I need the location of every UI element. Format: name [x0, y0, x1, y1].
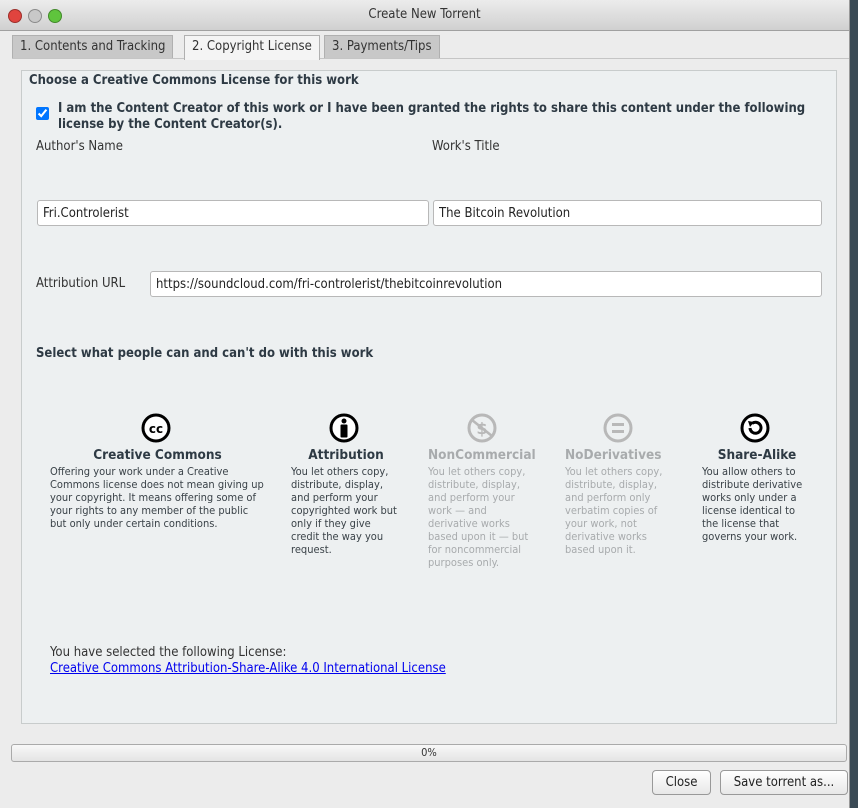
- attribution-url-input[interactable]: [150, 271, 822, 297]
- title-label: Work's Title: [432, 139, 500, 154]
- close-window-icon[interactable]: [8, 9, 22, 23]
- option-attribution[interactable]: Attribution You let others copy, distrib…: [291, 413, 401, 556]
- option-creative-commons[interactable]: cc Creative Commons Offering your work u…: [50, 413, 265, 530]
- author-label: Author's Name: [36, 139, 123, 154]
- option-share-alike[interactable]: Share-Alike You allow others to distribu…: [702, 413, 812, 543]
- share-alike-icon: [702, 413, 812, 445]
- noncommercial-icon: $: [428, 413, 538, 445]
- panel-heading: Choose a Creative Commons License for th…: [29, 73, 359, 88]
- cc-icon: cc: [50, 413, 265, 445]
- tab-payments-tips[interactable]: 3. Payments/Tips: [324, 35, 440, 58]
- url-label: Attribution URL: [36, 276, 125, 291]
- option-noderivatives[interactable]: NoDerivatives You let others copy, distr…: [565, 413, 675, 556]
- selected-license-label: You have selected the following License:: [50, 645, 286, 660]
- select-heading: Select what people can and can't do with…: [36, 346, 373, 361]
- tab-copyright-license[interactable]: 2. Copyright License: [184, 35, 320, 60]
- selected-license-link[interactable]: Creative Commons Attribution-Share-Alike…: [50, 661, 446, 676]
- close-button[interactable]: Close: [652, 770, 711, 795]
- minimize-window-icon[interactable]: [28, 9, 42, 23]
- tab-bar: 1. Contents and Tracking 2. Copyright Li…: [12, 35, 849, 59]
- title-input[interactable]: [433, 200, 822, 226]
- author-input[interactable]: [37, 200, 429, 226]
- license-panel: Choose a Creative Commons License for th…: [21, 70, 837, 724]
- window-title: Create New Torrent: [368, 7, 480, 22]
- progress-label: 0%: [421, 746, 437, 759]
- create-torrent-window: Create New Torrent 1. Contents and Track…: [0, 0, 850, 808]
- zoom-window-icon[interactable]: [48, 9, 62, 23]
- attribution-icon: [291, 413, 401, 445]
- rights-checkbox[interactable]: [36, 107, 49, 120]
- option-noncommercial[interactable]: $ NonCommercial You let others copy, dis…: [428, 413, 538, 569]
- rights-checkbox-label: I am the Content Creator of this work or…: [58, 101, 828, 133]
- noderivatives-icon: [565, 413, 675, 445]
- svg-text:cc: cc: [149, 422, 163, 436]
- tab-contents-tracking[interactable]: 1. Contents and Tracking: [12, 35, 173, 58]
- progress-bar: 0%: [11, 744, 847, 762]
- save-torrent-button[interactable]: Save torrent as...: [720, 770, 848, 795]
- title-bar: Create New Torrent: [0, 0, 849, 31]
